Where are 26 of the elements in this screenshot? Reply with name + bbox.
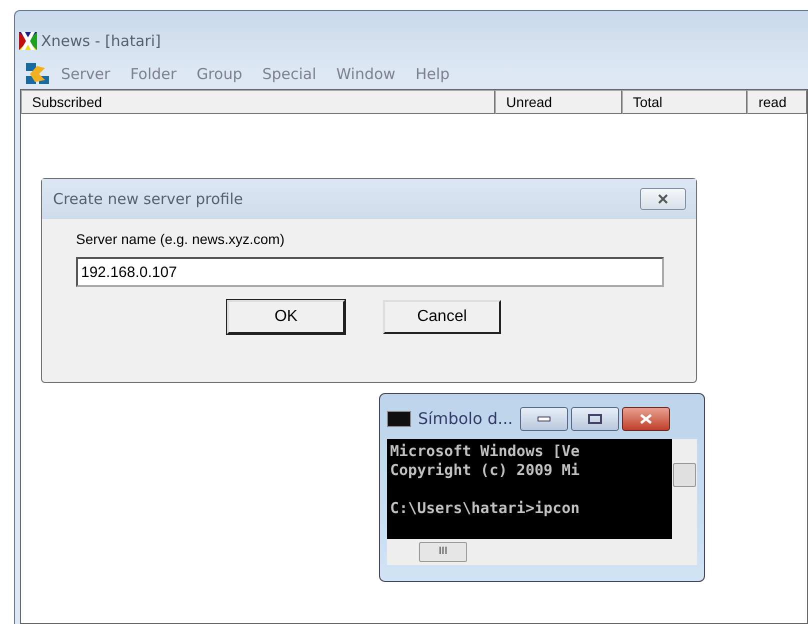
minimize-icon — [536, 416, 551, 422]
minimize-button[interactable] — [520, 406, 568, 430]
column-header[interactable]: Total — [622, 90, 748, 114]
maximize-icon — [588, 414, 602, 424]
vertical-scrollbar[interactable] — [672, 439, 697, 539]
field-label: Server name (e.g. news.xyz.com) — [76, 231, 285, 247]
app-logo-icon — [19, 32, 37, 50]
dialog-title: Create new server profile — [53, 190, 244, 208]
column-header[interactable]: read — [747, 90, 807, 114]
window-title: Xnews - [hatari] — [41, 32, 161, 50]
servers-icon[interactable] — [25, 62, 51, 86]
console-icon — [387, 410, 411, 426]
column-header[interactable]: Subscribed — [21, 90, 496, 114]
close-button[interactable] — [622, 406, 670, 430]
scroll-thumb[interactable]: III — [419, 542, 467, 562]
close-button[interactable] — [640, 188, 686, 210]
console-output: Microsoft Windows [Ve Copyright (c) 2009 Mi C:\Users\hatari>ipcon — [387, 439, 672, 539]
dialog-button[interactable]: OK — [227, 300, 345, 334]
dialog-button[interactable]: Cancel — [383, 300, 501, 334]
console-title: Símbolo d... — [418, 409, 513, 428]
close-icon — [638, 414, 653, 424]
close-icon — [657, 194, 669, 204]
server-name-field[interactable]: 192.168.0.107 — [76, 257, 664, 287]
maximize-button[interactable] — [570, 406, 619, 430]
column-header[interactable]: Unread — [495, 90, 622, 114]
horizontal-scrollbar[interactable]: III — [387, 539, 697, 565]
